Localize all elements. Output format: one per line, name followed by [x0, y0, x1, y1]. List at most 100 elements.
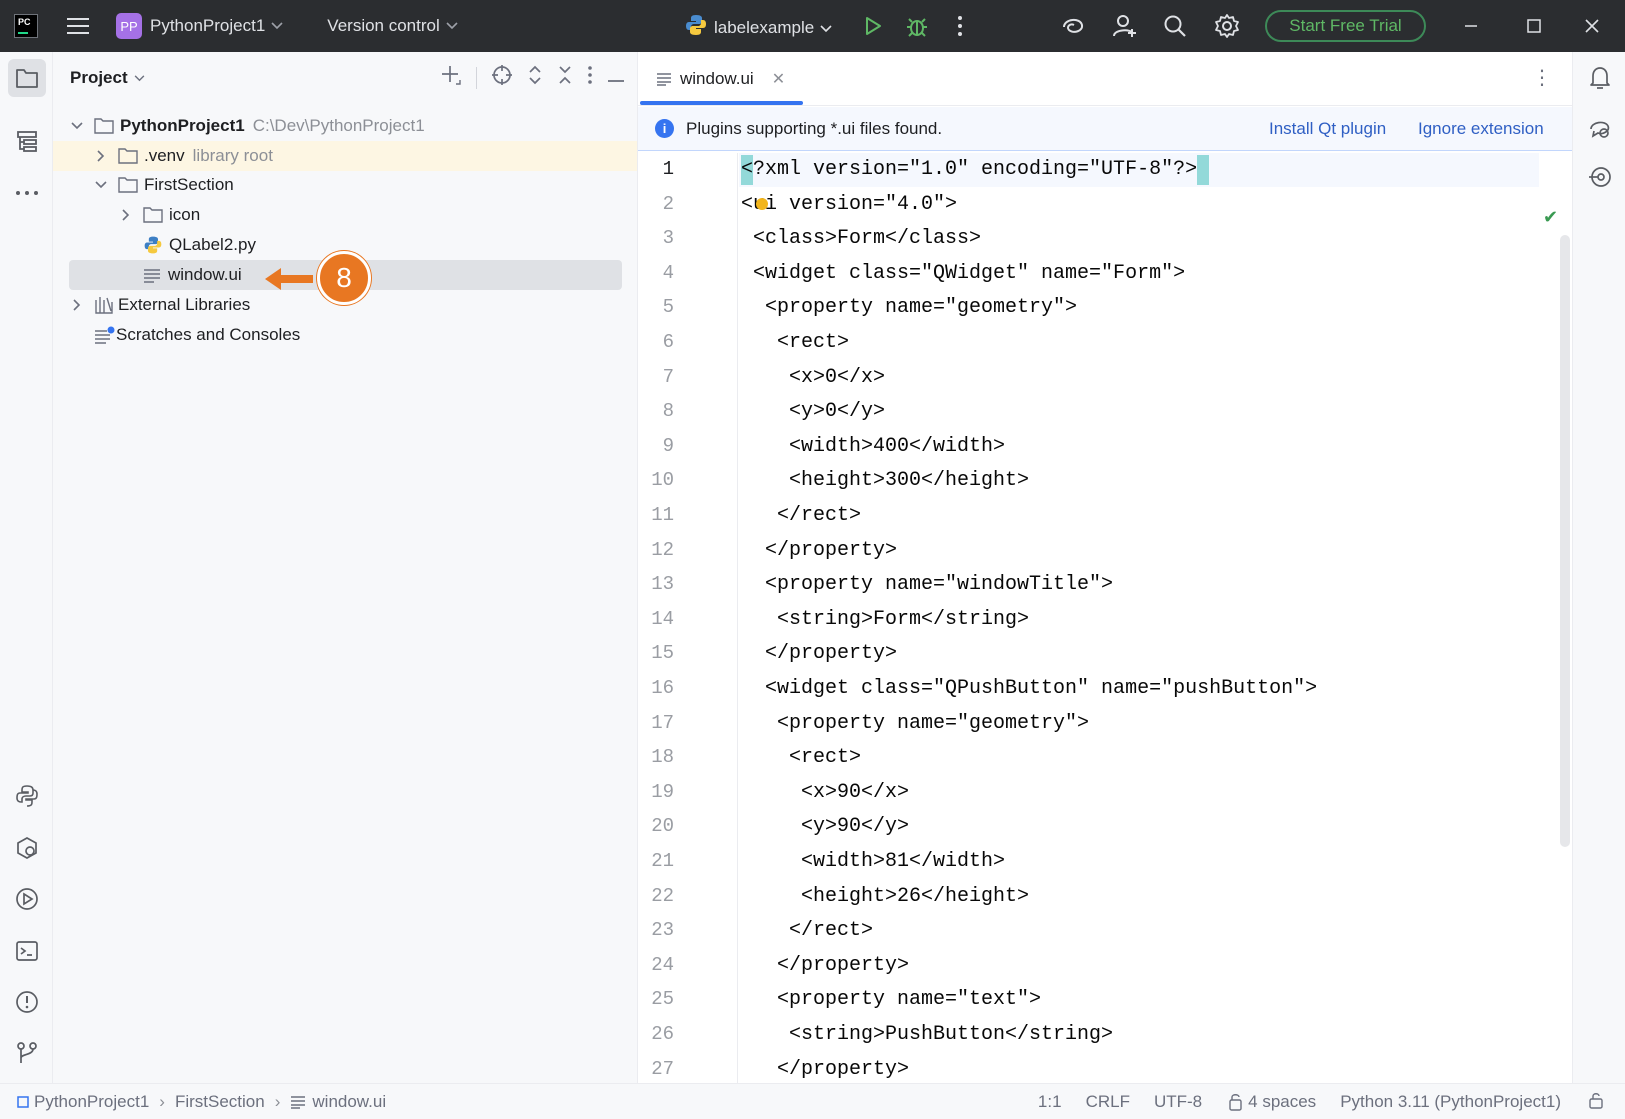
python-interpreter[interactable]: Python 3.11 (PythonProject1): [1340, 1092, 1561, 1112]
problems-tool-button[interactable]: [8, 983, 46, 1021]
line-number[interactable]: 12: [638, 539, 674, 561]
line-number[interactable]: 17: [638, 712, 674, 734]
chevron-down-icon[interactable]: [70, 119, 84, 133]
expand-all-icon[interactable]: [527, 64, 543, 91]
maximize-window-icon[interactable]: [1526, 10, 1542, 42]
indent-settings[interactable]: 4 spaces: [1226, 1092, 1316, 1112]
line-number[interactable]: 14: [638, 608, 674, 630]
chevron-down-icon[interactable]: [94, 178, 108, 192]
ignore-extension-link[interactable]: Ignore extension: [1418, 119, 1544, 139]
editor-scrollbar[interactable]: [1560, 235, 1570, 847]
line-number[interactable]: 16: [638, 677, 674, 699]
no-problems-check-icon[interactable]: ✔: [1543, 207, 1558, 228]
start-free-trial-button[interactable]: Start Free Trial: [1265, 10, 1426, 42]
structure-tool-button[interactable]: [8, 122, 46, 160]
line-number[interactable]: 21: [638, 850, 674, 872]
line-number[interactable]: 5: [638, 296, 674, 318]
notifications-bell-icon[interactable]: [1581, 59, 1619, 97]
left-tool-strip: [0, 52, 53, 1083]
line-number[interactable]: 2: [638, 193, 674, 215]
more-tool-windows-icon[interactable]: [8, 174, 46, 212]
tree-item-project-root[interactable]: PythonProject1 C:\Dev\PythonProject1: [70, 111, 425, 141]
line-number[interactable]: 4: [638, 262, 674, 284]
git-tool-button[interactable]: [8, 1034, 46, 1072]
tab-window-ui[interactable]: window.ui ✕: [638, 52, 803, 106]
hide-panel-icon[interactable]: [607, 68, 625, 88]
line-number[interactable]: 11: [638, 504, 674, 526]
line-number[interactable]: 7: [638, 366, 674, 388]
line-number[interactable]: 27: [638, 1058, 674, 1080]
tree-item-hint: library root: [192, 146, 273, 165]
ai-chat-icon[interactable]: [1581, 110, 1619, 148]
more-actions-icon[interactable]: [957, 10, 963, 42]
version-control-menu[interactable]: Version control: [327, 16, 439, 36]
line-number[interactable]: 15: [638, 642, 674, 664]
tree-item-label: icon: [169, 205, 201, 224]
search-icon[interactable]: [1163, 10, 1187, 42]
chevron-right-icon[interactable]: [70, 298, 84, 312]
run-button[interactable]: [862, 10, 884, 42]
main-menu-icon[interactable]: [66, 14, 90, 38]
tree-item-scratches[interactable]: Scratches and Consoles: [94, 320, 300, 350]
file-encoding[interactable]: UTF-8: [1154, 1092, 1202, 1112]
tab-options-icon[interactable]: ⋮: [1532, 68, 1552, 88]
line-number[interactable]: 20: [638, 815, 674, 837]
close-tab-icon[interactable]: ✕: [772, 69, 785, 89]
terminal-tool-button[interactable]: [8, 932, 46, 970]
caret-position[interactable]: 1:1: [1038, 1092, 1062, 1112]
close-window-icon[interactable]: [1584, 10, 1600, 42]
line-number[interactable]: 10: [638, 469, 674, 491]
add-user-icon[interactable]: [1112, 10, 1138, 42]
chevron-right-icon[interactable]: [94, 149, 108, 163]
tree-item-icon-folder[interactable]: icon: [119, 200, 200, 230]
tree-item-qlabel2-py[interactable]: QLabel2.py: [143, 230, 256, 260]
install-qt-plugin-link[interactable]: Install Qt plugin: [1269, 119, 1386, 139]
pycharm-logo-icon[interactable]: PC: [14, 14, 38, 38]
new-file-icon[interactable]: [440, 64, 462, 91]
locate-file-icon[interactable]: [491, 64, 513, 91]
python-packages-tool-button[interactable]: [8, 777, 46, 815]
line-number[interactable]: 1: [638, 158, 674, 180]
line-number[interactable]: 22: [638, 885, 674, 907]
line-number[interactable]: 8: [638, 400, 674, 422]
project-switcher[interactable]: PythonProject1: [150, 16, 265, 36]
intention-bulb-icon[interactable]: [756, 198, 768, 210]
line-number[interactable]: 24: [638, 954, 674, 976]
code-editor[interactable]: <?xml version="1.0" encoding="UTF-8"?> <u…: [739, 153, 1539, 1083]
ai-assistant-icon[interactable]: [1060, 10, 1086, 42]
line-number[interactable]: 18: [638, 746, 674, 768]
read-only-lock-icon[interactable]: [1587, 1091, 1605, 1114]
line-number[interactable]: 9: [638, 435, 674, 457]
tree-item-venv[interactable]: .venv library root: [53, 141, 637, 171]
options-icon[interactable]: [587, 65, 593, 90]
line-number[interactable]: 3: [638, 227, 674, 249]
debug-button[interactable]: [905, 10, 929, 42]
tree-item-firstsection[interactable]: FirstSection: [94, 170, 234, 200]
breadcrumb-item[interactable]: PythonProject1: [34, 1092, 149, 1112]
project-badge[interactable]: PP: [116, 13, 142, 39]
collapse-all-icon[interactable]: [557, 64, 573, 91]
run-tool-button[interactable]: [8, 880, 46, 918]
project-view-selector[interactable]: Project: [70, 68, 145, 88]
folder-icon: [118, 148, 138, 164]
remote-dev-icon[interactable]: [1581, 158, 1619, 196]
code-line: <y>90</y>: [741, 815, 910, 839]
tree-item-external-libraries[interactable]: External Libraries: [70, 290, 250, 320]
line-number[interactable]: 19: [638, 781, 674, 803]
line-number[interactable]: 23: [638, 919, 674, 941]
line-number[interactable]: 26: [638, 1023, 674, 1045]
chevron-right-icon[interactable]: [119, 208, 133, 222]
project-tool-button[interactable]: [8, 59, 46, 97]
line-separator[interactable]: CRLF: [1086, 1092, 1130, 1112]
services-tool-button[interactable]: [8, 829, 46, 867]
chevron-down-icon: [271, 20, 283, 32]
text-file-icon: [657, 73, 671, 86]
minimize-window-icon[interactable]: [1463, 10, 1479, 42]
settings-gear-icon[interactable]: [1214, 10, 1240, 42]
run-configuration-selector[interactable]: labelexample: [684, 13, 832, 42]
line-number[interactable]: 6: [638, 331, 674, 353]
line-number[interactable]: 13: [638, 573, 674, 595]
breadcrumb-item[interactable]: FirstSection: [175, 1092, 265, 1112]
line-number[interactable]: 25: [638, 988, 674, 1010]
breadcrumb-item[interactable]: window.ui: [312, 1092, 386, 1112]
